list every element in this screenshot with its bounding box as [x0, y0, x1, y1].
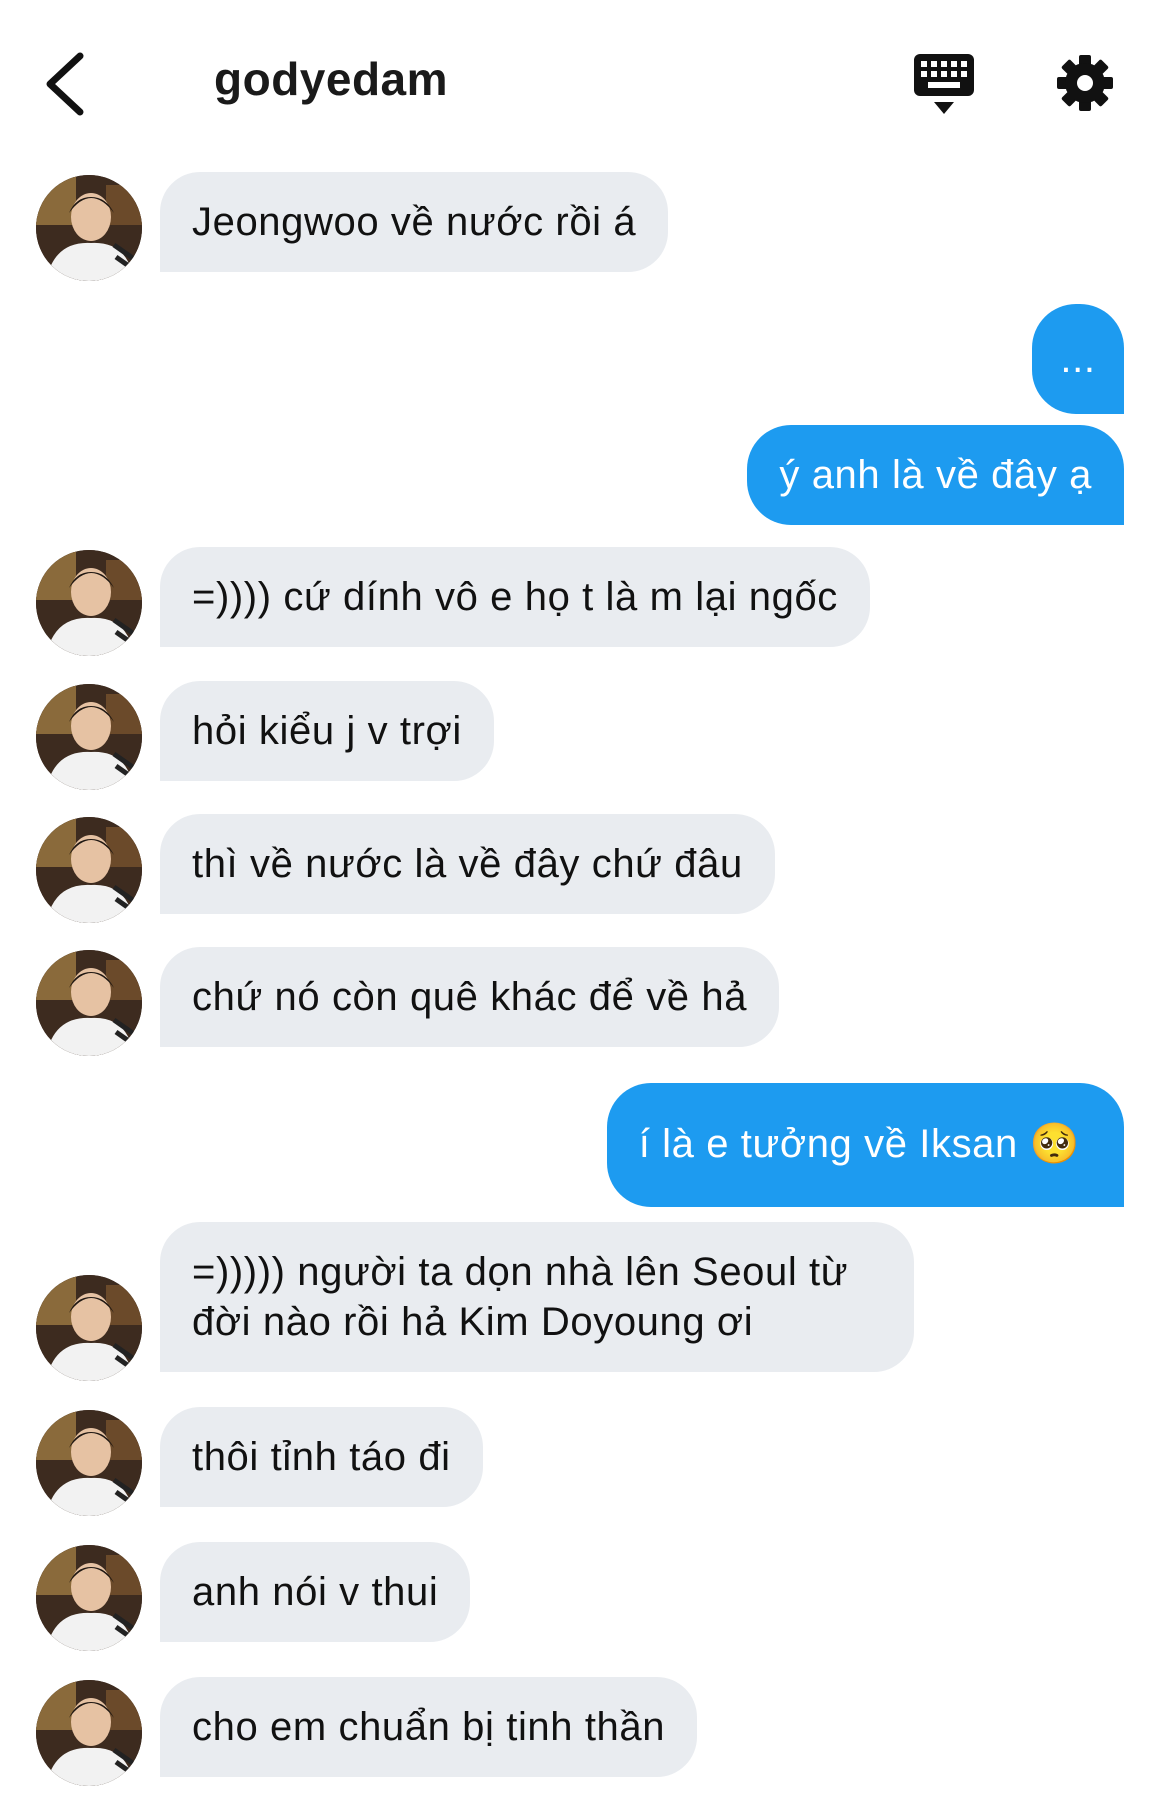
profile-photo-icon: [36, 817, 142, 923]
profile-photo-icon: [36, 950, 142, 1056]
message-thread: Jeongwoo về nước rồi á ... ý anh là về đ…: [0, 0, 1170, 1811]
profile-photo-icon: [36, 1545, 142, 1651]
avatar[interactable]: [36, 950, 142, 1056]
avatar[interactable]: [36, 175, 142, 281]
profile-photo-icon: [36, 684, 142, 790]
incoming-message: chứ nó còn quê khác để về hả: [160, 947, 780, 1047]
incoming-message: hỏi kiểu j v trợi: [160, 681, 494, 781]
avatar[interactable]: [36, 1680, 142, 1786]
profile-photo-icon: [36, 1275, 142, 1381]
incoming-message: =))))) người ta dọn nhà lên Seoul từ đời…: [160, 1222, 914, 1372]
avatar[interactable]: [36, 1545, 142, 1651]
incoming-message: anh nói v thui: [160, 1542, 471, 1642]
incoming-message: cho em chuẩn bị tinh thần: [160, 1677, 698, 1777]
incoming-message: Jeongwoo về nước rồi á: [160, 172, 669, 272]
avatar[interactable]: [36, 1410, 142, 1516]
outgoing-message: í là e tưởng về Iksan 🥺: [606, 1083, 1124, 1207]
avatar[interactable]: [36, 817, 142, 923]
incoming-message: =)))) cứ dính vô e họ t là m lại ngốc: [160, 547, 870, 647]
incoming-message: thôi tỉnh táo đi: [160, 1407, 483, 1507]
avatar[interactable]: [36, 684, 142, 790]
avatar[interactable]: [36, 1275, 142, 1381]
profile-photo-icon: [36, 550, 142, 656]
profile-photo-icon: [36, 1410, 142, 1516]
outgoing-message: ý anh là về đây ạ: [747, 425, 1124, 525]
profile-photo-icon: [36, 1680, 142, 1786]
outgoing-message: ...: [1032, 304, 1124, 414]
profile-photo-icon: [36, 175, 142, 281]
avatar[interactable]: [36, 550, 142, 656]
incoming-message: thì về nước là về đây chứ đâu: [160, 814, 775, 914]
